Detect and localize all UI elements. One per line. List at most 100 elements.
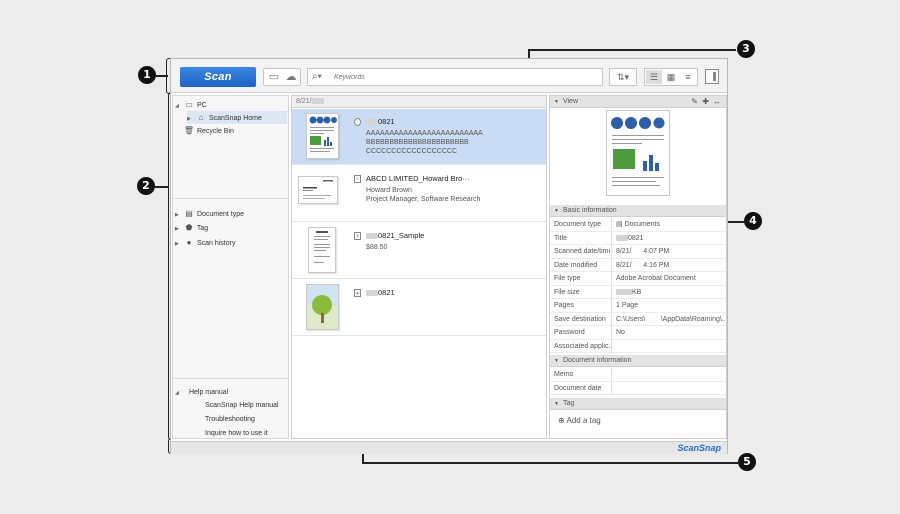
detail-view-icon[interactable]: ≡	[680, 70, 696, 84]
prop-document-date: Document date	[550, 381, 726, 395]
document-info-section-header[interactable]: ▼ Document information	[550, 355, 726, 367]
nav-item-pc[interactable]: ◢ ▭ PC	[175, 98, 287, 111]
file-title-text: 0821_Sample	[378, 231, 425, 240]
nav-item-label: Document type	[196, 211, 245, 218]
destination-toggle: ▭ ☁	[263, 68, 301, 86]
expand-arrow-icon[interactable]: ◢	[175, 387, 183, 400]
toolbar: Scan ▭ ☁ ⌕▾ ⇅▾ ☰ ▦ ≡	[171, 59, 727, 93]
nav-item-scan-history[interactable]: ▶ ● Scan history	[175, 236, 287, 249]
prop-value: 1 Page	[611, 299, 725, 312]
details-panel-toggle-icon[interactable]	[705, 69, 719, 84]
section-title: Tag	[562, 400, 575, 407]
collapse-arrow-icon[interactable]: ▶	[175, 223, 183, 236]
help-link-label: Inquire how to use it	[205, 430, 268, 437]
home-icon: ⌂	[198, 113, 204, 122]
section-title: Document information	[562, 357, 632, 364]
stage: 1 2 3 4 5 Scan ▭ ☁ ⌕▾ ⇅▾ ☰ ▦ ≡	[0, 0, 900, 514]
file-text-line: Project Manager, Software Research	[366, 196, 481, 203]
prop-key: Scanned date/time	[554, 248, 610, 255]
redacted-text	[311, 98, 324, 105]
search-icon[interactable]: ⌕▾	[312, 71, 322, 83]
basic-info-section-header[interactable]: ▼ Basic information	[550, 205, 726, 217]
redacted-text	[366, 290, 378, 297]
tag-section-header[interactable]: ▼ Tag	[550, 398, 726, 410]
zoom-icon[interactable]: ✚	[702, 96, 709, 108]
prop-associated-app: Associated applic...	[550, 339, 726, 353]
help-link-inquire[interactable]: Inquire how to use it	[205, 427, 287, 440]
thumbnail-view-icon[interactable]: ▦	[663, 70, 679, 84]
callout-badge-1: 1	[138, 66, 156, 84]
date-group-label: 8/21/	[296, 98, 312, 105]
prop-value[interactable]: C:\Users\ \AppData\Roaming\...	[611, 312, 725, 326]
prop-key: Save destination	[554, 315, 606, 323]
list-view-icon[interactable]: ☰	[646, 70, 662, 84]
receipt-icon: $	[354, 232, 361, 240]
prop-value: No	[611, 326, 725, 339]
file-title-text: 0821	[378, 288, 395, 297]
nav-item-tag[interactable]: ▶ ⬟ Tag	[175, 221, 287, 234]
prop-key: Memo	[554, 371, 574, 378]
prop-value[interactable]: ▤ Documents	[611, 218, 725, 231]
edit-icon[interactable]: ✎	[691, 96, 698, 108]
file-title: 0821	[366, 288, 395, 297]
nav-item-scansnap-home[interactable]: ▶ ⌂ ScanSnap Home	[187, 111, 287, 124]
redacted-text	[366, 119, 378, 126]
prop-value-text: KB	[632, 288, 642, 296]
nav-item-recycle-bin[interactable]: 🗑 Recycle Bin	[183, 124, 287, 137]
file-title: 0821	[366, 117, 395, 126]
scansnap-logo: ScanSnap	[677, 443, 721, 453]
bulb-icon: ·	[354, 118, 361, 126]
help-link-troubleshooting[interactable]: Troubleshooting	[205, 413, 287, 426]
receipt-image	[314, 231, 330, 263]
nav-item-help-manual[interactable]: ◢ Help manual	[175, 386, 287, 399]
view-mode-group: ☰ ▦ ≡	[644, 68, 698, 86]
search-input[interactable]	[334, 70, 594, 84]
scan-button[interactable]: Scan	[180, 67, 256, 87]
document-preview-image	[611, 117, 665, 186]
view-section-header[interactable]: ▼ View ✎ ✚ ↔	[550, 96, 726, 108]
prop-key: Associated applic...	[554, 342, 610, 350]
file-title: 0821_Sample	[366, 231, 424, 240]
file-title-text: 0821	[378, 117, 395, 126]
content-list-item[interactable]: ≡ ABCD LIMITED_Howard Bro··· Howard Brow…	[292, 166, 546, 222]
prop-value-text: 0821	[628, 234, 644, 242]
nav-item-document-type[interactable]: ▶ ▤ Document type	[175, 207, 287, 220]
file-amount: $88.50	[366, 244, 388, 251]
prop-value[interactable]	[611, 381, 725, 395]
help-link-scansnap-help[interactable]: ScanSnap Help manual	[205, 399, 287, 412]
prop-scanned-date: Scanned date/time 8/21/ 4:07 PM	[550, 245, 726, 259]
document-preview[interactable]	[606, 110, 670, 196]
prop-value: 8/21/ 4:07 PM	[611, 245, 725, 258]
redacted-text	[616, 288, 632, 295]
prop-value: KB	[611, 285, 725, 299]
prop-value[interactable]	[611, 368, 725, 381]
collapse-arrow-icon[interactable]: ▶	[175, 238, 183, 251]
nav-divider	[173, 378, 288, 379]
document-icon: ▤	[616, 221, 625, 228]
callout-badge-3: 3	[737, 40, 755, 58]
add-tag-button[interactable]: ⊕ Add a tag	[558, 416, 601, 425]
content-list-item[interactable]: $ 0821_Sample $88.50	[292, 223, 546, 279]
fit-icon[interactable]: ↔	[713, 96, 721, 108]
callout-line-5	[362, 462, 738, 464]
details-pane: ▼ View ✎ ✚ ↔ ▼ Basic information Document …	[549, 95, 727, 439]
nav-item-label: PC	[196, 102, 207, 109]
prop-value[interactable]	[611, 339, 725, 353]
content-list-item[interactable]: ▲ 0821	[292, 280, 546, 336]
content-list-item[interactable]: · 0821 AAAAAAAAAAAAAAAAAAAAAAAAA BBBBBBB…	[292, 109, 546, 165]
prop-value[interactable]: 0821	[611, 231, 725, 245]
sort-button[interactable]: ⇅▾	[609, 68, 637, 86]
cloud-icon[interactable]: ☁	[283, 71, 299, 84]
nav-item-label: Help manual	[188, 389, 229, 396]
scansnap-home-window: Scan ▭ ☁ ⌕▾ ⇅▾ ☰ ▦ ≡ ◢▭ PC	[170, 58, 728, 454]
expand-arrow-icon[interactable]: ◢	[175, 100, 183, 113]
computer-icon[interactable]: ▭	[266, 71, 282, 84]
document-type-icon: ▤	[185, 209, 193, 218]
collapse-arrow-icon: ▼	[554, 358, 559, 364]
business-card-icon: ≡	[354, 175, 361, 183]
prop-document-type: Document type ▤ Documents	[550, 218, 726, 232]
prop-date-modified: Date modified 8/21/ 4:16 PM	[550, 258, 726, 272]
prop-password: Password No	[550, 326, 726, 340]
prop-key: Document date	[554, 384, 602, 392]
history-icon: ●	[186, 238, 192, 247]
